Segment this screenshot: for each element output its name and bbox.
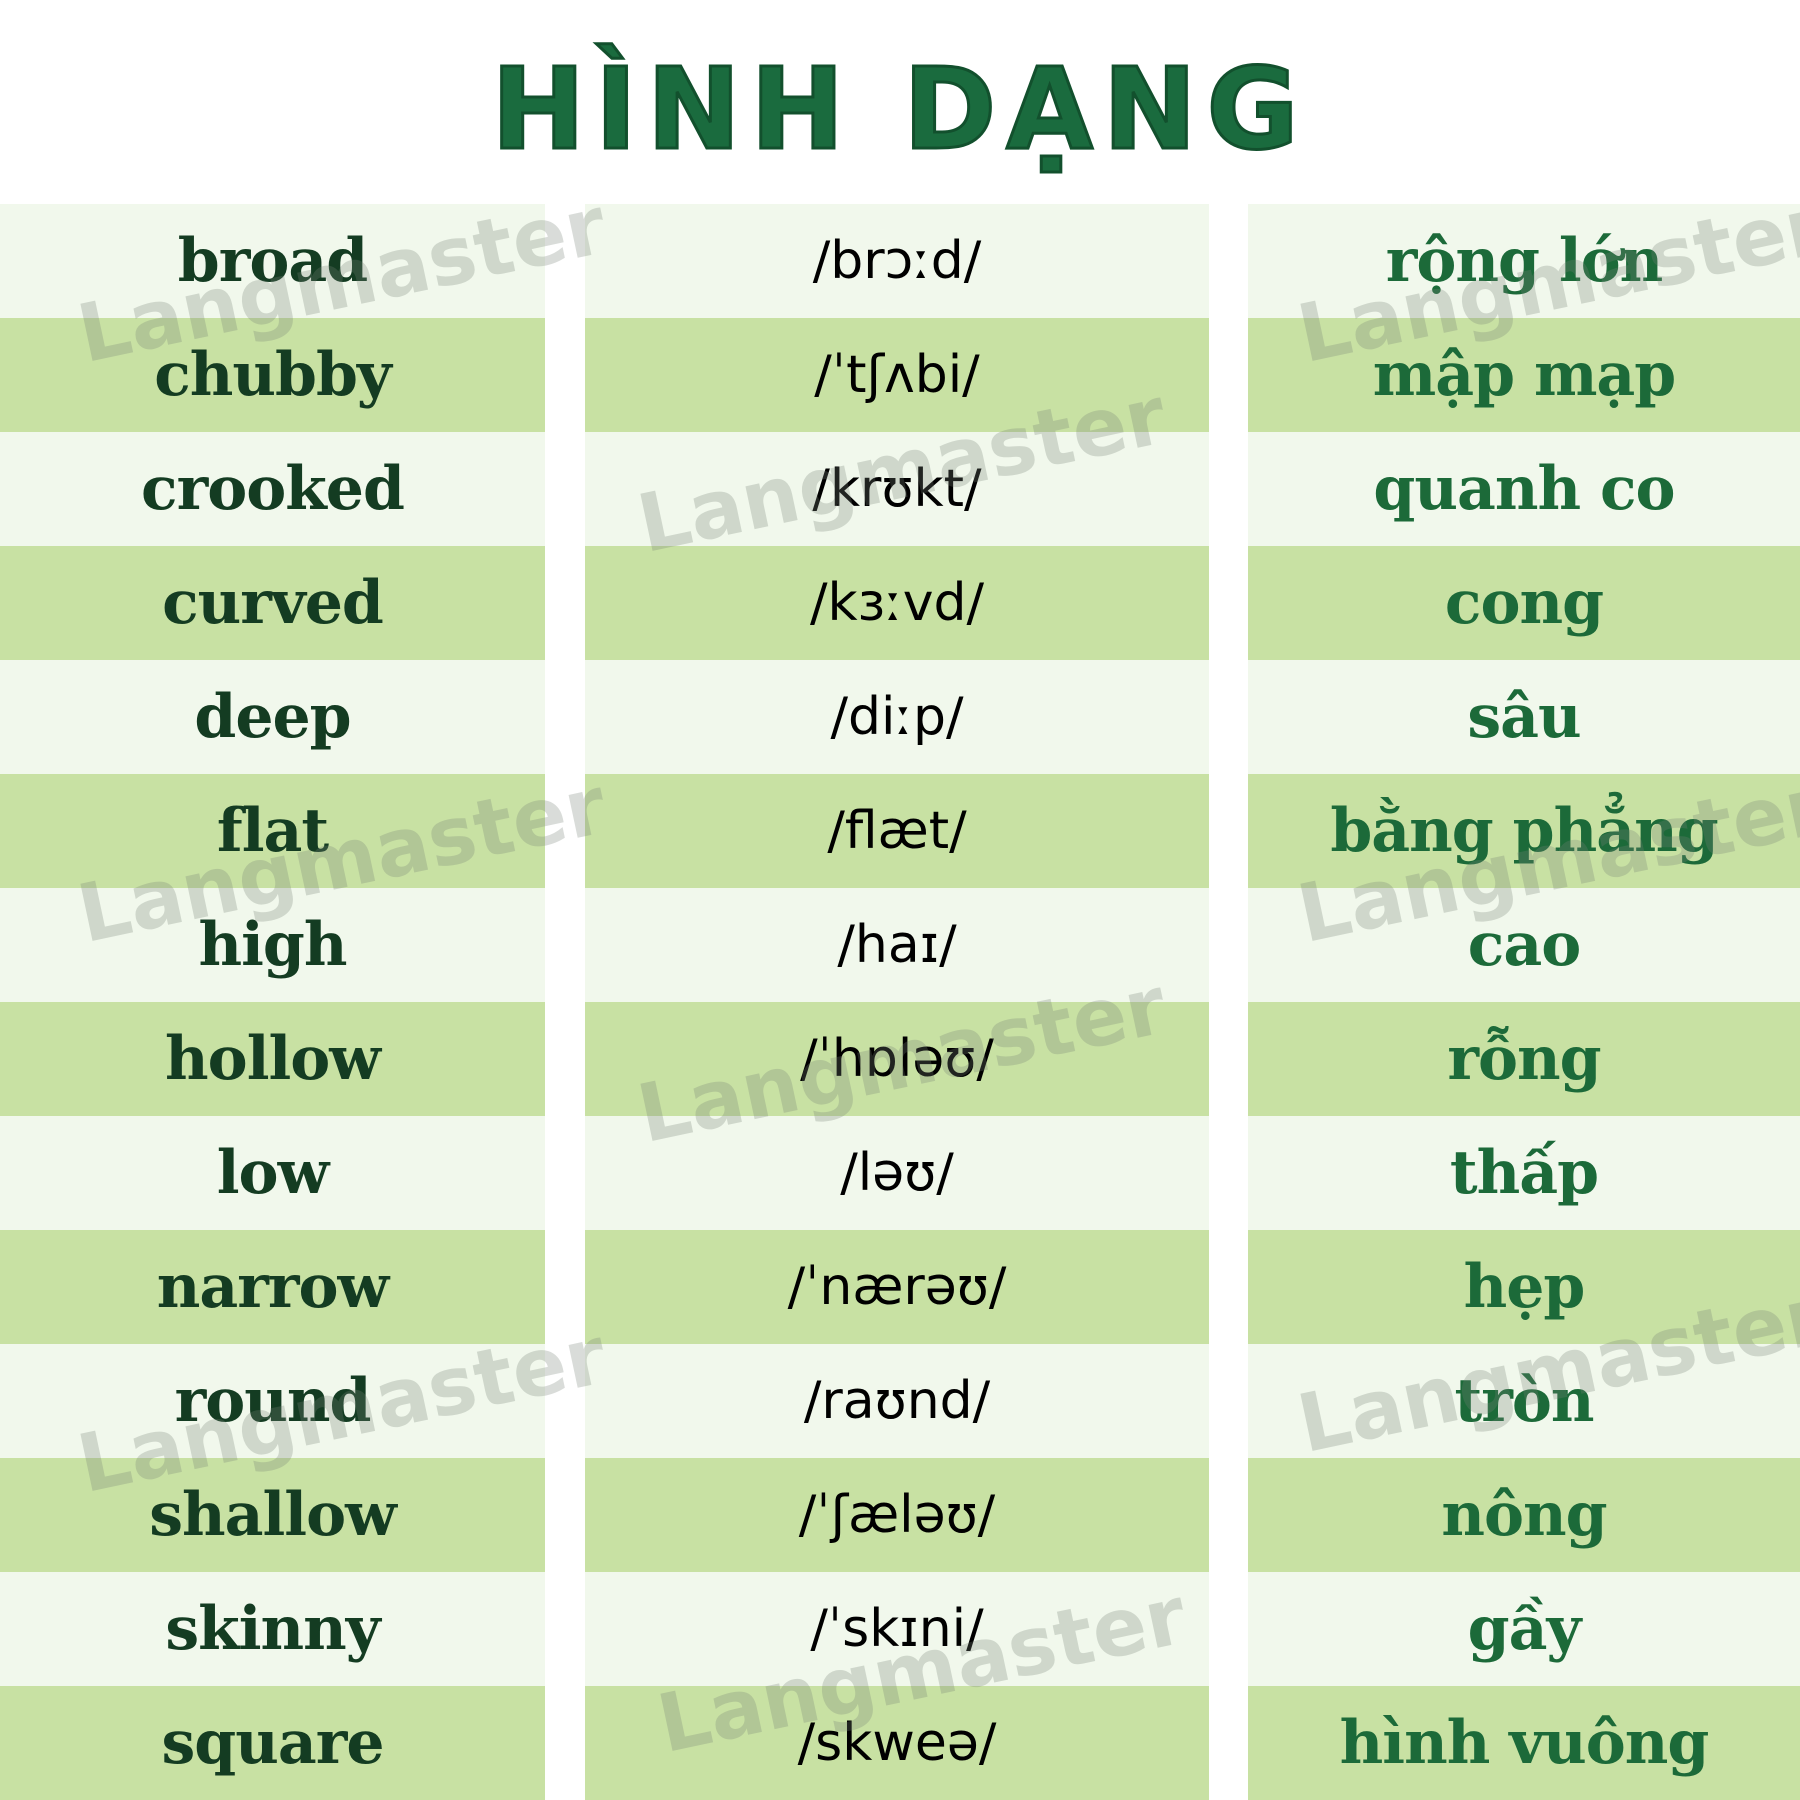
table-row: rỗng xyxy=(1248,1002,1800,1116)
vietnamese-meaning: quanh co xyxy=(1373,454,1675,524)
vietnamese-meaning: sâu xyxy=(1467,682,1581,752)
english-word: narrow xyxy=(156,1252,389,1322)
table-row: rộng lớn xyxy=(1248,204,1800,318)
english-word: crooked xyxy=(141,454,405,524)
table-row: thấp xyxy=(1248,1116,1800,1230)
vietnamese-meaning: nông xyxy=(1441,1480,1607,1550)
english-word: low xyxy=(216,1138,329,1208)
ipa-pronunciation: /ˈʃæləʊ/ xyxy=(798,1485,996,1545)
vietnamese-meaning: thấp xyxy=(1449,1138,1599,1208)
table-row: /kɜːvd/ xyxy=(585,546,1209,660)
table-row: low xyxy=(0,1116,545,1230)
table-row: cong xyxy=(1248,546,1800,660)
ipa-pronunciation: /diːp/ xyxy=(830,687,964,747)
english-column: broad chubby crooked curved deep flat high holl… xyxy=(0,204,545,1800)
english-word: hollow xyxy=(165,1024,381,1094)
table-row: sâu xyxy=(1248,660,1800,774)
vietnamese-meaning: mập mạp xyxy=(1372,340,1677,410)
ipa-pronunciation: /ˈnærəʊ/ xyxy=(787,1257,1007,1317)
vietnamese-meaning: cong xyxy=(1444,568,1604,638)
table-row: tròn xyxy=(1248,1344,1800,1458)
table-row: hẹp xyxy=(1248,1230,1800,1344)
table-row: flat xyxy=(0,774,545,888)
table-row: shallow xyxy=(0,1458,545,1572)
table-row: /haɪ/ xyxy=(585,888,1209,1002)
table-row: /ˈʃæləʊ/ xyxy=(585,1458,1209,1572)
table-row: hollow xyxy=(0,1002,545,1116)
ipa-pronunciation: /haɪ/ xyxy=(837,915,957,975)
english-word: skinny xyxy=(165,1594,380,1664)
english-word: deep xyxy=(194,682,351,752)
vietnamese-meaning: hẹp xyxy=(1463,1252,1586,1322)
english-word: chubby xyxy=(154,340,392,410)
vietnamese-meaning: tròn xyxy=(1454,1366,1595,1436)
table-row: round xyxy=(0,1344,545,1458)
table-row: mập mạp xyxy=(1248,318,1800,432)
table-row: /ˈhɒləʊ/ xyxy=(585,1002,1209,1116)
table-row: bằng phẳng xyxy=(1248,774,1800,888)
ipa-column: /brɔːd/ /ˈtʃʌbi/ /krʊkt/ /kɜːvd/ /diːp/ /flæt… xyxy=(585,204,1209,1800)
table-row: /flæt/ xyxy=(585,774,1209,888)
table-row: deep xyxy=(0,660,545,774)
ipa-pronunciation: /skweə/ xyxy=(797,1713,997,1773)
table-row: /skweə/ xyxy=(585,1686,1209,1800)
ipa-pronunciation: /ˈskɪni/ xyxy=(810,1599,984,1659)
english-word: flat xyxy=(216,796,329,866)
vietnamese-meaning: rỗng xyxy=(1447,1024,1601,1094)
table-row: nông xyxy=(1248,1458,1800,1572)
english-word: shallow xyxy=(149,1480,397,1550)
table-row: /diːp/ xyxy=(585,660,1209,774)
table-row: curved xyxy=(0,546,545,660)
vietnamese-meaning: bằng phẳng xyxy=(1330,796,1718,866)
vietnamese-meaning: rộng lớn xyxy=(1385,226,1664,296)
english-word: square xyxy=(161,1708,384,1778)
table-row: crooked xyxy=(0,432,545,546)
table-row: broad xyxy=(0,204,545,318)
table-row: square xyxy=(0,1686,545,1800)
table-row: quanh co xyxy=(1248,432,1800,546)
table-row: /raʊnd/ xyxy=(585,1344,1209,1458)
english-word: broad xyxy=(177,226,368,296)
ipa-pronunciation: /kɜːvd/ xyxy=(809,573,985,633)
vietnamese-meaning: cao xyxy=(1467,910,1581,980)
ipa-pronunciation: /flæt/ xyxy=(827,801,967,861)
table-row: /ˈtʃʌbi/ xyxy=(585,318,1209,432)
page-title: HÌNH DẠNG xyxy=(490,44,1309,177)
vietnamese-meaning: hình vuông xyxy=(1339,1708,1710,1778)
english-word: curved xyxy=(162,568,384,638)
table-row: /brɔːd/ xyxy=(585,204,1209,318)
table-row: high xyxy=(0,888,545,1002)
table-row: /ˈskɪni/ xyxy=(585,1572,1209,1686)
table-row: /krʊkt/ xyxy=(585,432,1209,546)
vietnamese-column: rộng lớn mập mạp quanh co cong sâu bằng phẳng… xyxy=(1248,204,1800,1800)
table-row: /ˈnærəʊ/ xyxy=(585,1230,1209,1344)
ipa-pronunciation: /brɔːd/ xyxy=(812,231,982,291)
english-word: round xyxy=(174,1366,372,1436)
english-word: high xyxy=(198,910,348,980)
table-row: hình vuông xyxy=(1248,1686,1800,1800)
ipa-pronunciation: /ləʊ/ xyxy=(840,1143,954,1203)
ipa-pronunciation: /raʊnd/ xyxy=(803,1371,991,1431)
table-row: skinny xyxy=(0,1572,545,1686)
vietnamese-meaning: gầy xyxy=(1467,1594,1582,1664)
table-row: narrow xyxy=(0,1230,545,1344)
ipa-pronunciation: /krʊkt/ xyxy=(812,459,982,519)
title-area: HÌNH DẠNG xyxy=(0,0,1800,204)
table-row: chubby xyxy=(0,318,545,432)
ipa-pronunciation: /ˈhɒləʊ/ xyxy=(800,1029,994,1089)
table-row: cao xyxy=(1248,888,1800,1002)
table-row: gầy xyxy=(1248,1572,1800,1686)
table-row: /ləʊ/ xyxy=(585,1116,1209,1230)
ipa-pronunciation: /ˈtʃʌbi/ xyxy=(814,345,980,405)
